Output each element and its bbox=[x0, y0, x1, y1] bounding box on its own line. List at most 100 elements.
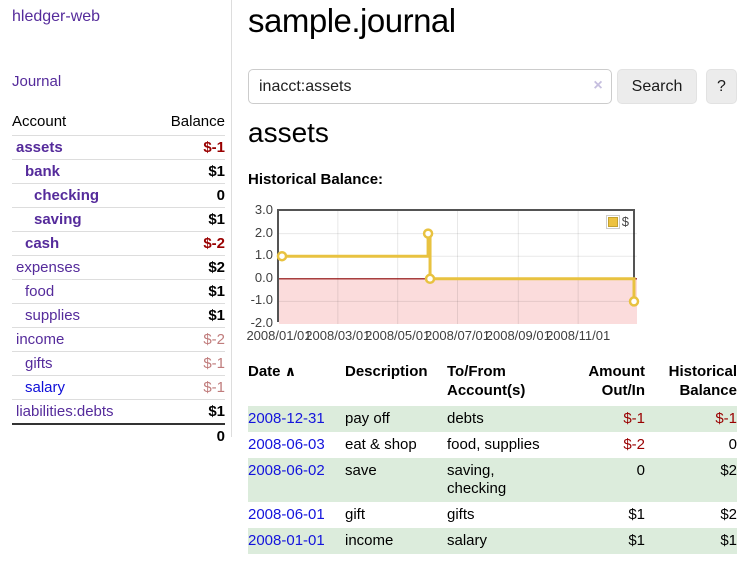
account-row: expenses$2 bbox=[12, 255, 225, 279]
transaction-date-link[interactable]: 2008-06-01 bbox=[248, 506, 325, 523]
legend-series-label: $ bbox=[622, 214, 629, 229]
transaction-balance-cell: $2 bbox=[645, 458, 737, 502]
accounts-header-balance: Balance bbox=[171, 113, 225, 130]
clear-search-icon[interactable]: × bbox=[589, 77, 607, 95]
register-header-row: Date ∧ Description To/From Account(s) Am… bbox=[248, 360, 737, 406]
account-row: liabilities:debts $1 bbox=[12, 399, 225, 423]
account-link-bank[interactable]: bank bbox=[12, 163, 60, 180]
account-row: supplies $1 bbox=[12, 303, 225, 327]
chart-title: Historical Balance: bbox=[248, 171, 383, 188]
help-button[interactable]: ? bbox=[706, 69, 737, 104]
transaction-date-link[interactable]: 2008-06-02 bbox=[248, 462, 325, 479]
data-point-marker bbox=[278, 252, 286, 260]
transaction-accounts-cell: salary bbox=[447, 528, 583, 554]
register-header-tofrom: To/From Account(s) bbox=[447, 360, 583, 406]
transaction-amount-cell: $-2 bbox=[583, 432, 645, 458]
register-header-date[interactable]: Date ∧ bbox=[248, 360, 345, 406]
transaction-accounts: gifts bbox=[447, 506, 475, 523]
search-bar: × Search ? bbox=[248, 69, 737, 104]
account-row: checking0 bbox=[12, 183, 225, 207]
account-link-salary[interactable]: salary bbox=[12, 379, 65, 396]
transaction-description-cell: income bbox=[345, 528, 447, 554]
account-row: saving $1 bbox=[12, 207, 225, 231]
account-link-liabilities-debts[interactable]: liabilities:debts bbox=[12, 403, 114, 420]
transaction-accounts: salary bbox=[447, 532, 487, 549]
account-balance: $1 bbox=[208, 307, 225, 324]
account-link-food[interactable]: food bbox=[12, 283, 54, 300]
sidebar: hledger-web Journal Account Balance asse… bbox=[0, 0, 232, 437]
sidebar-item-journal[interactable]: Journal bbox=[12, 73, 224, 90]
data-point-marker bbox=[424, 230, 432, 238]
data-point-marker bbox=[426, 275, 434, 283]
transaction-amount-cell: $1 bbox=[583, 502, 645, 528]
search-input[interactable] bbox=[248, 69, 612, 104]
account-balance: $-1 bbox=[203, 355, 225, 372]
chart-legend: $ bbox=[606, 214, 629, 229]
search-button[interactable]: Search bbox=[617, 69, 697, 104]
register-row: 2008-12-31 pay offdebts $-1 $-1 bbox=[248, 406, 737, 432]
transaction-balance: $2 bbox=[720, 506, 737, 523]
y-axis-tick-label: 3.0 bbox=[237, 202, 273, 217]
account-row: salary$-1 bbox=[12, 375, 225, 399]
transaction-date-link[interactable]: 2008-01-01 bbox=[248, 532, 325, 549]
transaction-balance: 0 bbox=[729, 436, 737, 453]
accounts-header-account: Account bbox=[12, 113, 66, 130]
account-row: assets $-1 bbox=[12, 135, 225, 159]
app-brand-link[interactable]: hledger-web bbox=[12, 8, 224, 26]
y-axis-tick-label: 1.0 bbox=[237, 247, 273, 262]
transaction-accounts: debts bbox=[447, 410, 484, 427]
transaction-accounts: saving, checking bbox=[447, 462, 506, 497]
account-balance: $1 bbox=[208, 403, 225, 420]
transaction-accounts-cell: debts bbox=[447, 406, 583, 432]
account-link-expenses[interactable]: expenses bbox=[12, 259, 80, 276]
accounts-table-header: Account Balance bbox=[12, 110, 225, 135]
transaction-amount-cell: 0 bbox=[583, 458, 645, 502]
sort-ascending-icon: ∧ bbox=[285, 363, 296, 379]
transaction-balance-cell: 0 bbox=[645, 432, 737, 458]
account-row: gifts $-1 bbox=[12, 351, 225, 375]
transaction-description: gift bbox=[345, 506, 365, 523]
accounts-rows: assets$-1bank$1checking0saving$1cash$-2e… bbox=[12, 135, 225, 423]
account-link-cash[interactable]: cash bbox=[12, 235, 59, 252]
transaction-amount: $1 bbox=[628, 506, 645, 523]
account-link-income[interactable]: income bbox=[12, 331, 64, 348]
transaction-description-cell: eat & shop bbox=[345, 432, 447, 458]
transaction-balance: $-1 bbox=[715, 410, 737, 427]
legend-swatch-box bbox=[606, 215, 620, 229]
register-row: 2008-06-01 gift gifts $1 $2 bbox=[248, 502, 737, 528]
y-axis-tick-label: 2.0 bbox=[237, 225, 273, 240]
transaction-balance: $1 bbox=[720, 532, 737, 549]
main-content: sample.journal × Search ? assets Histori… bbox=[248, 0, 737, 582]
account-balance: $1 bbox=[208, 283, 225, 300]
transaction-amount-cell: $1 bbox=[583, 528, 645, 554]
account-link-assets[interactable]: assets bbox=[12, 139, 63, 156]
accounts-total-row: 0 bbox=[12, 423, 225, 447]
transaction-date-link[interactable]: 2008-12-31 bbox=[248, 410, 325, 427]
transaction-date-link[interactable]: 2008-06-03 bbox=[248, 436, 325, 453]
transaction-amount-cell: $-1 bbox=[583, 406, 645, 432]
transaction-amount: $-2 bbox=[623, 436, 645, 453]
y-axis-tick-label: 0.0 bbox=[237, 270, 273, 285]
account-row: food $1 bbox=[12, 279, 225, 303]
transaction-accounts-cell: gifts bbox=[447, 502, 583, 528]
legend-series-swatch bbox=[608, 217, 618, 227]
data-point-marker bbox=[630, 297, 638, 305]
register-table: Date ∧ Description To/From Account(s) Am… bbox=[248, 360, 737, 554]
transaction-balance: $2 bbox=[720, 462, 737, 479]
account-link-gifts[interactable]: gifts bbox=[12, 355, 53, 372]
transaction-amount: $-1 bbox=[623, 410, 645, 427]
account-link-saving[interactable]: saving bbox=[12, 211, 82, 228]
account-row: income$-2 bbox=[12, 327, 225, 351]
transaction-description: eat & shop bbox=[345, 436, 417, 453]
transaction-accounts-cell: food, supplies bbox=[447, 432, 583, 458]
transaction-description-cell: pay off bbox=[345, 406, 447, 432]
account-balance: $-1 bbox=[203, 139, 225, 156]
account-link-supplies[interactable]: supplies bbox=[12, 307, 80, 324]
register-row: 2008-06-02savesaving, checking0$2 bbox=[248, 458, 737, 502]
transaction-accounts: food, supplies bbox=[447, 436, 540, 453]
register-header-amount: Amount Out/In bbox=[583, 360, 645, 406]
transaction-amount: $1 bbox=[628, 532, 645, 549]
account-balance: $1 bbox=[208, 211, 225, 228]
accounts-total-value: 0 bbox=[217, 428, 225, 445]
account-link-checking[interactable]: checking bbox=[12, 187, 99, 204]
